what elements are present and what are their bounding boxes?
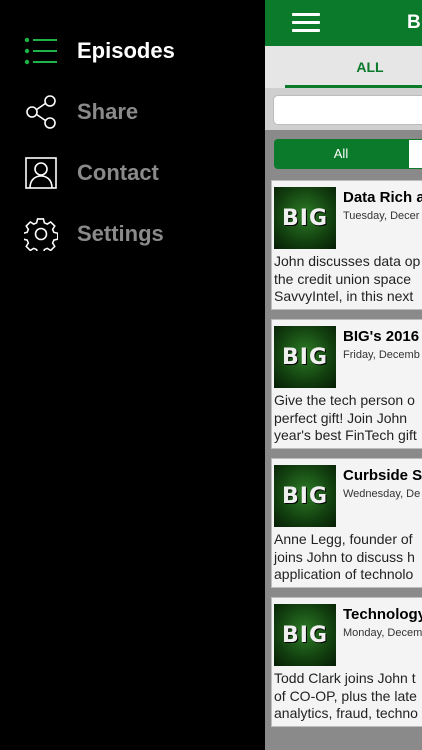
episode-card[interactable]: BIG Data Rich a Tuesday, Decer John disc… <box>271 180 422 310</box>
tab-all[interactable]: ALL <box>285 46 422 88</box>
search-row <box>265 88 422 130</box>
description-line: analytics, fraud, techno <box>274 705 418 721</box>
top-bar: Bi <box>265 0 422 46</box>
description-line: John discusses data op <box>274 253 421 269</box>
thumbnail-logo-text: BIG <box>281 622 328 648</box>
description-line: application of technolo <box>274 566 414 582</box>
share-icon <box>24 95 58 129</box>
menu-item-label: Share <box>77 99 139 124</box>
episode-description: John discusses data op the credit union … <box>274 253 422 306</box>
description-line: Give the tech person o <box>274 392 415 408</box>
description-line: Anne Legg, founder of <box>274 531 413 547</box>
list-icon <box>24 34 58 68</box>
description-line: of CO-OP, plus the late <box>274 687 417 704</box>
episode-title: Technology <box>343 606 422 623</box>
description-line: year's best FinTech gift <box>274 427 417 443</box>
episode-date: Wednesday, De <box>343 488 421 500</box>
app-title: Bi <box>407 12 422 33</box>
episode-thumbnail: BIG <box>274 187 336 249</box>
hamburger-menu-icon[interactable] <box>292 13 320 33</box>
episode-date: Friday, Decemb <box>343 349 420 361</box>
episode-card[interactable]: BIG Technology Monday, Decem Todd Clark … <box>271 597 422 727</box>
search-input[interactable] <box>273 95 422 125</box>
episode-description: Anne Legg, founder of joins John to disc… <box>274 531 422 584</box>
filter-other-button[interactable] <box>408 139 422 169</box>
description-line: the credit union space <box>274 270 411 287</box>
description-line: perfect gift! Join John <box>274 409 408 426</box>
episode-title: Curbside S <box>343 467 422 484</box>
navigation-drawer: Episodes Share Contact Settings <box>0 0 265 750</box>
menu-item-settings[interactable]: Settings <box>0 209 265 259</box>
menu-item-label: Contact <box>77 160 159 185</box>
thumbnail-logo-text: BIG <box>281 483 328 509</box>
episode-description: Give the tech person o perfect gift! Joi… <box>274 392 422 445</box>
main-panel: Bi ALL All BIG Data Rich a Tuesday, Dece… <box>265 0 422 750</box>
gear-icon <box>24 217 58 251</box>
thumbnail-logo-text: BIG <box>281 205 328 231</box>
episode-thumbnail: BIG <box>274 465 336 527</box>
menu-item-label: Episodes <box>77 38 175 63</box>
episode-date: Monday, Decem <box>343 627 422 639</box>
episode-title: Data Rich a <box>343 189 422 206</box>
episode-description: Todd Clark joins John t of CO-OP, plus t… <box>274 670 422 723</box>
thumbnail-logo-text: BIG <box>281 344 328 370</box>
description-line: Todd Clark joins John t <box>274 670 416 686</box>
description-line: SavvyIntel, in this next <box>274 288 414 304</box>
menu-item-share[interactable]: Share <box>0 87 265 137</box>
episode-date: Tuesday, Decer <box>343 210 420 222</box>
menu-item-contact[interactable]: Contact <box>0 148 265 198</box>
episode-card[interactable]: BIG Curbside S Wednesday, De Anne Legg, … <box>271 458 422 588</box>
description-line: joins John to discuss h <box>274 548 415 565</box>
tab-bar: ALL <box>265 46 422 88</box>
episode-card[interactable]: BIG BIG's 2016 Friday, Decemb Give the t… <box>271 319 422 449</box>
menu-item-episodes[interactable]: Episodes <box>0 26 265 76</box>
episode-thumbnail: BIG <box>274 326 336 388</box>
menu-item-label: Settings <box>77 221 164 246</box>
contact-icon <box>24 156 58 190</box>
filter-all-button[interactable]: All <box>274 139 408 169</box>
episode-title: BIG's 2016 <box>343 328 420 345</box>
filter-row: All <box>265 130 422 176</box>
episode-thumbnail: BIG <box>274 604 336 666</box>
